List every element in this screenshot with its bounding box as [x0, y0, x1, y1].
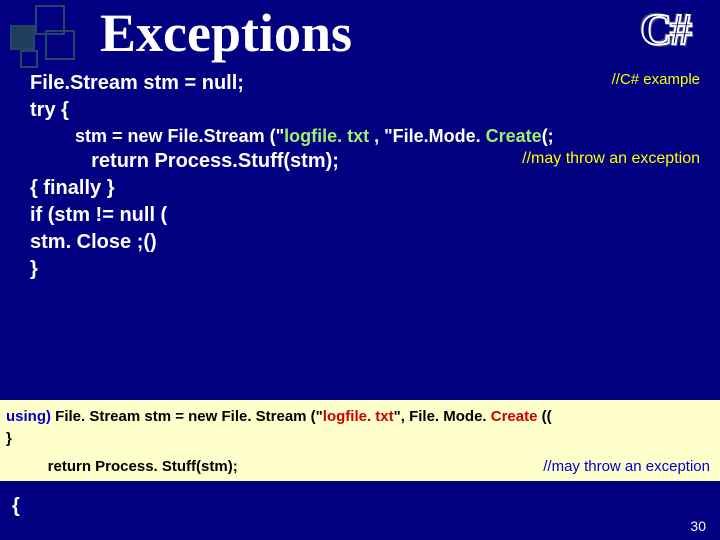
code-line: if (stm != null (: [30, 202, 700, 229]
comment: //may throw an exception: [522, 148, 700, 175]
page-number: 30: [690, 518, 706, 534]
code-line: File.Stream stm = null;: [30, 70, 244, 97]
code-line: { finally }: [30, 175, 700, 202]
string-literal: logfile. txt: [323, 406, 394, 428]
decorative-squares: [5, 5, 105, 75]
keyword: using): [6, 406, 55, 428]
comment: //C# example: [612, 70, 700, 97]
code-token: Create: [486, 124, 542, 148]
slide-title: Exceptions: [100, 2, 352, 64]
code-line: }: [30, 256, 700, 283]
code-line: try {: [30, 97, 700, 124]
csharp-logo: C#: [640, 4, 690, 55]
code-line: return Process. Stuff(stm);: [6, 456, 238, 478]
code-token: Create: [491, 406, 538, 428]
code-line: File. Stream stm = new File. Stream (": [55, 406, 323, 428]
code-line: return Process.Stuff(stm);: [30, 148, 339, 175]
code-line: , "File.Mode.: [369, 124, 486, 148]
code-line: }: [6, 428, 710, 450]
code-line: ", File. Mode.: [394, 406, 491, 428]
code-block-bottom: using) File. Stream stm = new File. Stre…: [0, 400, 720, 481]
code-line: stm = new File.Stream (": [30, 124, 284, 148]
code-block-main: File.Stream stm = null; //C# example try…: [30, 70, 700, 283]
code-line: ((: [537, 406, 551, 428]
code-brace: {: [12, 495, 20, 518]
comment: //may throw an exception: [543, 456, 710, 478]
string-literal: logfile. txt: [284, 124, 369, 148]
code-line: stm. Close ;(): [30, 229, 700, 256]
code-line: (;: [542, 124, 559, 148]
